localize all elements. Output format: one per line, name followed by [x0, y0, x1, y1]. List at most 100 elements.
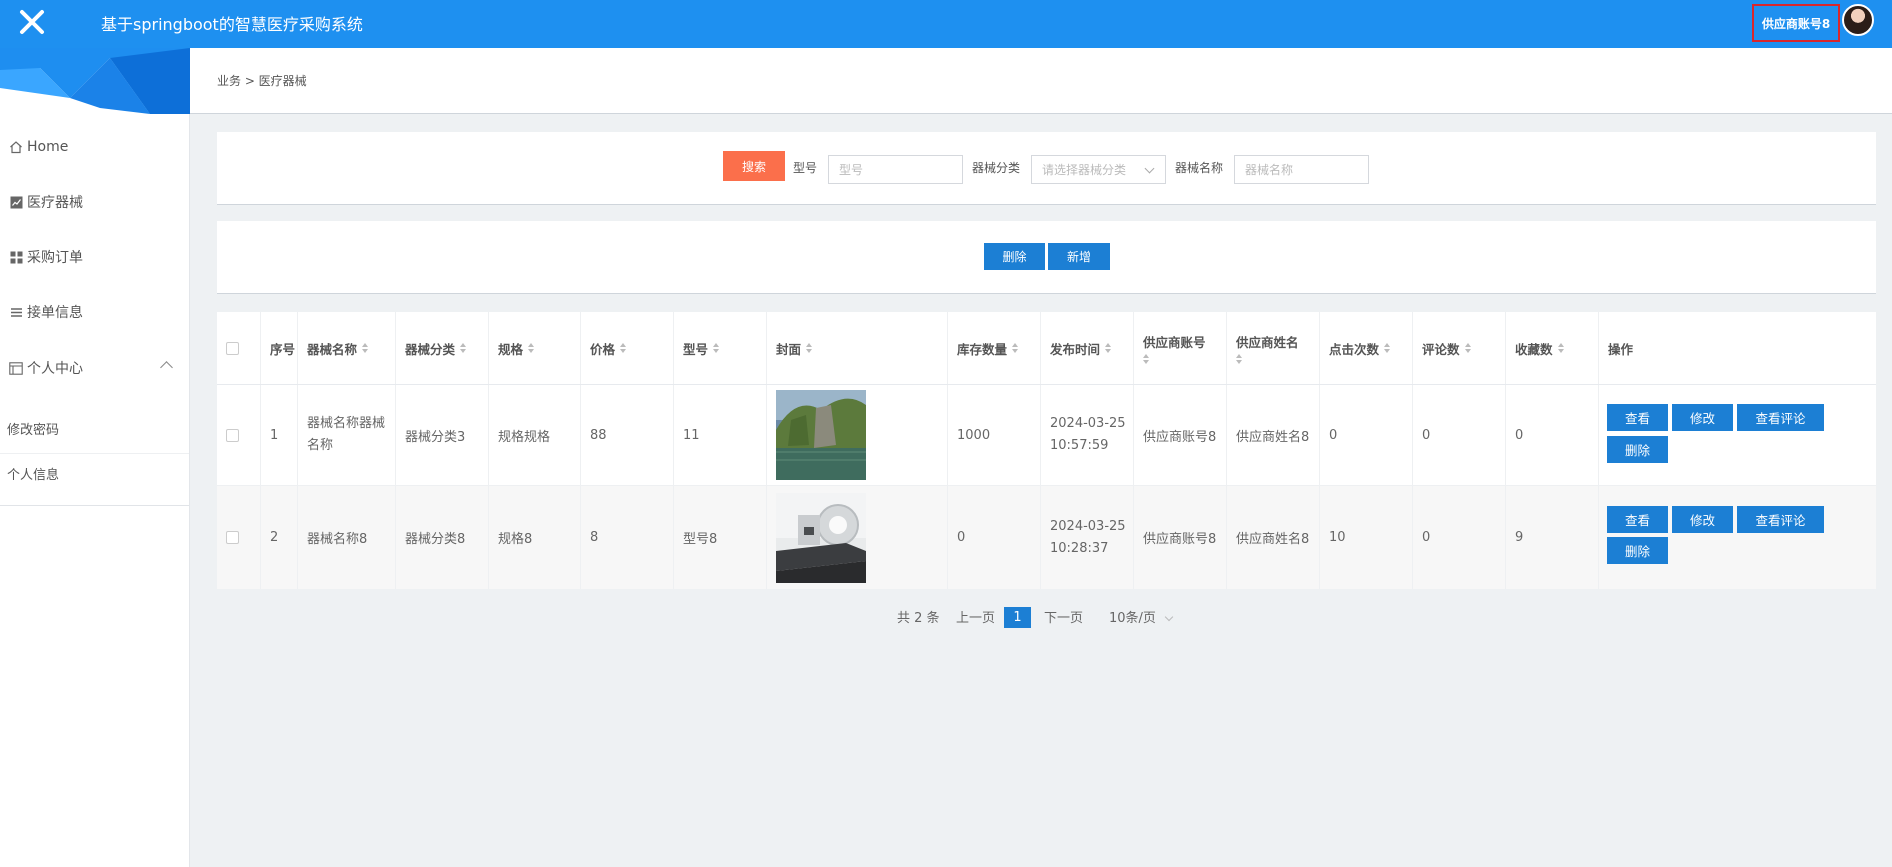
sidebar-item-label: Home [27, 139, 69, 155]
sidebar-item-label: 个人中心 [27, 361, 83, 377]
view-comments-button[interactable]: 查看评论 [1737, 506, 1824, 533]
cover-image[interactable] [776, 390, 866, 480]
view-button[interactable]: 查看 [1607, 404, 1668, 431]
edit-button[interactable]: 修改 [1672, 404, 1733, 431]
cell-date-time: 10:28:37 [1050, 540, 1109, 556]
column-header[interactable]: 库存数量 [948, 312, 1041, 384]
name-input[interactable]: 器械名称 [1234, 155, 1369, 184]
breadcrumb-bar: 业务 > 医疗器械 [190, 48, 1892, 114]
chevron-up-icon[interactable] [160, 361, 173, 374]
select-all-checkbox[interactable] [226, 341, 239, 355]
divider [0, 505, 189, 506]
column-header[interactable]: 器械名称 [298, 312, 396, 384]
sort-icon[interactable] [1557, 342, 1565, 354]
column-header-label: 评论数 [1422, 341, 1460, 357]
sort-icon[interactable] [1464, 342, 1472, 354]
sidebar-item-home[interactable]: Home [0, 127, 189, 167]
cell-actions: 查看 修改 查看评论 删除 [1599, 385, 1876, 485]
pagination-next[interactable]: 下一页 [1044, 607, 1083, 626]
column-header[interactable]: 点击次数 [1320, 312, 1413, 384]
column-header-label: 器械分类 [405, 341, 456, 357]
column-header[interactable]: 规格 [489, 312, 581, 384]
category-select[interactable]: 请选择器械分类 [1031, 155, 1166, 184]
edit-button[interactable]: 修改 [1672, 506, 1733, 533]
sort-icon[interactable] [460, 342, 467, 354]
view-comments-button[interactable]: 查看评论 [1737, 404, 1824, 431]
sidebar-item-medical-devices[interactable]: 医疗器械 [0, 182, 189, 222]
column-header-label: 器械名称 [307, 341, 358, 357]
cell-name: 器械名称器械名称 [298, 385, 396, 485]
column-header[interactable]: 供应商账号 [1134, 312, 1227, 384]
column-header-label: 点击次数 [1329, 341, 1380, 357]
pagination-prev[interactable]: 上一页 [956, 607, 995, 626]
sort-icon[interactable] [620, 342, 627, 354]
cell-model: 型号8 [674, 486, 767, 589]
sort-icon[interactable] [1143, 353, 1150, 365]
cover-image[interactable] [776, 492, 866, 583]
column-header[interactable]: 型号 [674, 312, 767, 384]
pagination-total: 共 2 条 [897, 611, 940, 626]
column-header[interactable]: 价格 [581, 312, 674, 384]
sidebar-item-personal-center[interactable]: 个人中心 [0, 348, 189, 388]
add-button[interactable]: 新增 [1048, 243, 1110, 270]
sort-icon[interactable] [1384, 342, 1391, 354]
cell-clicks: 10 [1320, 486, 1413, 589]
cell-cover [767, 486, 948, 589]
column-header-label: 封面 [776, 341, 802, 357]
avatar[interactable] [1842, 4, 1874, 36]
column-header-label: 收藏数 [1515, 341, 1553, 357]
cell-favorites: 9 [1506, 486, 1599, 589]
cell-spec: 规格8 [489, 486, 581, 589]
delete-row-button[interactable]: 删除 [1607, 436, 1668, 463]
sort-icon[interactable] [1012, 342, 1019, 354]
column-header[interactable]: 评论数 [1413, 312, 1506, 384]
user-account-label[interactable]: 供应商账号8 [1752, 4, 1840, 42]
sort-icon[interactable] [713, 342, 720, 354]
name-label: 器械名称 [1175, 161, 1224, 175]
close-icon[interactable] [14, 4, 50, 40]
chevron-down-icon [1144, 163, 1155, 174]
pagination-page-current[interactable]: 1 [1004, 607, 1031, 628]
sidebar-subitem-personal-info[interactable]: 个人信息 [0, 453, 189, 493]
column-header[interactable]: 发布时间 [1041, 312, 1134, 384]
app-title: 基于springboot的智慧医疗采购系统 [101, 15, 363, 34]
sort-icon[interactable] [362, 342, 369, 354]
category-label: 器械分类 [972, 161, 1021, 175]
cell-date-day: 2024-03-25 [1050, 416, 1126, 431]
cell-supplier-account: 供应商账号8 [1134, 486, 1227, 589]
sort-icon[interactable] [806, 342, 813, 354]
sidebar-subitem-change-password[interactable]: 修改密码 [0, 408, 189, 448]
delete-button[interactable]: 删除 [984, 243, 1045, 270]
column-header[interactable]: 供应商姓名 [1227, 312, 1320, 384]
row-checkbox[interactable] [226, 428, 239, 442]
search-button[interactable]: 搜索 [723, 151, 785, 181]
column-header[interactable]: 收藏数 [1506, 312, 1599, 384]
sidebar-item-purchase-orders[interactable]: 采购订单 [0, 237, 189, 277]
cell-price: 88 [581, 385, 674, 485]
cell-name: 器械名称8 [298, 486, 396, 589]
pagination-page-size[interactable]: 10条/页 [1109, 607, 1156, 626]
cell-cover [767, 385, 948, 485]
row-checkbox[interactable] [226, 531, 239, 544]
delete-row-button[interactable]: 删除 [1607, 537, 1668, 564]
model-input[interactable]: 型号 [828, 155, 963, 184]
table-header-row: 序号 器械名称 器械分类 规格 价格 型号 封面 库存数量 发布时间 供应商账号… [217, 312, 1876, 385]
grid-icon [9, 250, 23, 264]
view-button[interactable]: 查看 [1607, 506, 1668, 533]
sort-icon[interactable] [1105, 342, 1112, 354]
cell-comments: 0 [1413, 486, 1506, 589]
sort-icon[interactable] [1236, 353, 1243, 365]
column-header[interactable]: 封面 [767, 312, 948, 384]
column-header[interactable]: 器械分类 [396, 312, 489, 384]
cell-date: 2024-03-25 10:57:59 [1041, 385, 1134, 485]
table-row: 1 器械名称器械名称 器械分类3 规格规格 88 11 1000 2024-03… [217, 385, 1876, 486]
cell-supplier-name: 供应商姓名8 [1227, 385, 1320, 485]
sort-icon[interactable] [528, 342, 535, 354]
cell-price: 8 [581, 486, 674, 589]
sidebar-item-order-receipt[interactable]: 接单信息 [0, 292, 189, 332]
cell-date: 2024-03-25 10:28:37 [1041, 486, 1134, 589]
chevron-down-icon[interactable] [1164, 612, 1174, 622]
breadcrumb: 业务 > 医疗器械 [217, 74, 307, 88]
sidebar-item-label: 医疗器械 [27, 195, 83, 211]
row-checkbox-cell [217, 385, 261, 485]
